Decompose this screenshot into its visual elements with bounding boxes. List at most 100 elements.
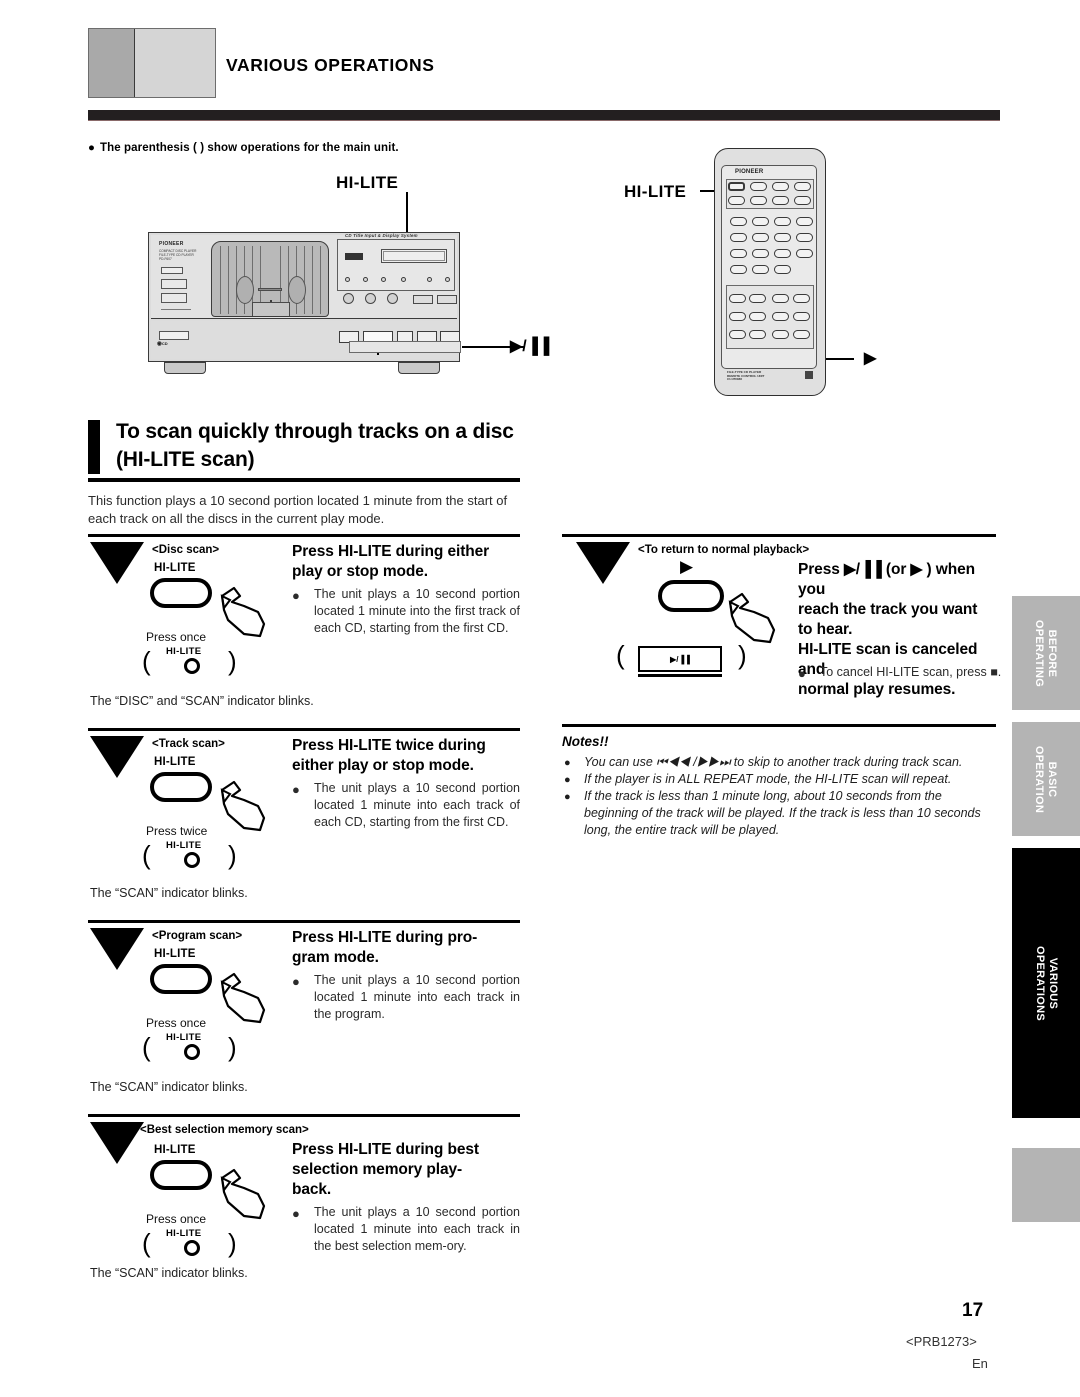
header-swatch [88, 28, 216, 98]
remote-button-shape[interactable] [150, 964, 212, 994]
unit-button-ring[interactable] [184, 1240, 200, 1256]
remote-play-button-shape[interactable] [658, 580, 724, 612]
remote-cursor-left-button[interactable] [729, 294, 746, 303]
remote-clear-button[interactable] [794, 196, 811, 205]
remote-title-display-button[interactable] [796, 233, 813, 242]
remote-title-menu-button[interactable] [796, 249, 813, 258]
step-return-to-normal-playback: <To return to normal playback> ▶ ( ▶/▐▐ … [562, 534, 1001, 714]
header-rule [88, 110, 1000, 120]
step-disc-scan: <Disc scan> HI-LITE Press once ( HI-LITE… [88, 534, 520, 720]
remote-fast-forward-button[interactable] [749, 312, 766, 321]
step-body-text: The unit plays a 10 second portion locat… [314, 1205, 520, 1253]
panel-knob-3[interactable] [387, 293, 398, 304]
remote-button-shape[interactable] [150, 772, 212, 802]
play-glyph: ▶ [864, 350, 877, 367]
remote-skip-back-button[interactable] [772, 312, 789, 321]
document-code: <PRB1273> [906, 1334, 977, 1349]
remote-pause-button[interactable] [749, 330, 766, 339]
step-small-caption: HI-LITE [166, 1228, 202, 1239]
bullet-icon: ● [564, 757, 571, 769]
section-heading-line2: (HI-LITE scan) [116, 448, 255, 471]
remote-mode-button[interactable] [750, 196, 767, 205]
panel-led-5[interactable] [427, 277, 432, 282]
remote-num-8-button[interactable] [752, 249, 769, 258]
paren-right: ) [228, 646, 237, 676]
remote-best-button[interactable] [794, 182, 811, 191]
notes-title: Notes!! [562, 734, 609, 749]
side-tab-basic-operation[interactable]: BASIC OPERATION [1012, 722, 1080, 836]
paren-right: ) [228, 1032, 237, 1062]
side-tab-before-operating[interactable]: BEFORE OPERATING [1012, 596, 1080, 710]
remote-num-4-button[interactable] [730, 233, 747, 242]
remote-rewind-button[interactable] [729, 312, 746, 321]
step-indicator-note: The “SCAN” indicator blinks. [90, 886, 248, 900]
note-item: ● You can use ⏮◀◀ /▶▶⏭ to skip to anothe… [562, 754, 996, 771]
disc-hub [258, 288, 282, 291]
remote-num-2-button[interactable] [752, 217, 769, 226]
remote-disc-plus-button[interactable] [793, 294, 810, 303]
remote-mark-0-button[interactable] [752, 265, 769, 274]
panel-led-3[interactable] [381, 277, 386, 282]
panel-knob-1[interactable] [343, 293, 354, 304]
step-track-scan: <Track scan> HI-LITE Press twice ( HI-LI… [88, 728, 520, 914]
panel-plus-button[interactable] [437, 295, 457, 304]
remote-stop-button[interactable] [729, 330, 746, 339]
remote-button-shape[interactable] [150, 1160, 212, 1190]
remote-power-button[interactable] [728, 182, 745, 191]
panel-led-1[interactable] [345, 277, 350, 282]
manual-page: VARIOUS OPERATIONS ● The parenthesis ( ) … [0, 0, 1080, 1397]
side-tab-various-operations[interactable]: VARIOUS OPERATIONS [1012, 848, 1080, 1118]
remote-disc-set-button[interactable] [730, 265, 747, 274]
remote-num-5-button[interactable] [752, 233, 769, 242]
remote-skip-forward-button[interactable] [793, 312, 810, 321]
remote-play-button[interactable] [772, 330, 789, 339]
step-press-label: Press twice [146, 824, 208, 838]
unit-button-ring[interactable] [184, 658, 200, 674]
remote-num-6-button[interactable] [774, 233, 791, 242]
cd-player-aux-button[interactable] [159, 331, 189, 340]
display-reset-chip [345, 253, 363, 260]
panel-led-6[interactable] [445, 277, 450, 282]
unit-button-ring[interactable] [184, 1044, 200, 1060]
remote-random-button[interactable] [793, 330, 810, 339]
panel-knob-2[interactable] [365, 293, 376, 304]
bullet-icon: ● [292, 588, 300, 603]
step-small-caption: HI-LITE [166, 646, 202, 657]
remote-brand: PIONEER [735, 169, 764, 175]
section-intro: This function plays a 10 second portion … [88, 493, 508, 526]
panel-led-4[interactable] [401, 277, 406, 282]
remote-track-set-button[interactable] [774, 265, 791, 274]
remote-num-1-button[interactable] [730, 217, 747, 226]
remote-time-chara-button[interactable] [796, 217, 813, 226]
language-code: En [972, 1356, 988, 1371]
remote-disc-minus-button[interactable] [772, 294, 789, 303]
remote-previous-button[interactable] [772, 182, 789, 191]
panel-minus-button[interactable] [413, 295, 433, 304]
page-number: 17 [962, 1300, 984, 1321]
cd-player-power-button[interactable] [161, 267, 183, 274]
step-title-line1: Press HI-LITE during best [292, 1141, 479, 1158]
remote-repeat-button[interactable] [728, 196, 745, 205]
section-heading-bar [88, 420, 100, 474]
remote-num-3-button[interactable] [774, 217, 791, 226]
cd-player-forward-button[interactable] [161, 279, 187, 289]
unit-play-pause-button[interactable]: ▶/▐▐ [638, 646, 722, 672]
return-body-text: To cancel HI-LITE scan, press ■. [820, 665, 1002, 679]
paren-left: ( [142, 1032, 151, 1062]
remote-pgm-button[interactable] [772, 196, 789, 205]
cd-player-disc-carousel [211, 241, 329, 317]
cd-player-foot-left [164, 362, 206, 374]
cd-player-reverse-button[interactable] [161, 293, 187, 303]
panel-led-2-hilite[interactable] [363, 277, 368, 282]
pointing-hand-icon [214, 776, 270, 834]
step-small-caption: HI-LITE [166, 840, 202, 851]
unit-button-ring[interactable] [184, 852, 200, 868]
remote-num-9-button[interactable] [774, 249, 791, 258]
side-tab-blank[interactable] [1012, 1148, 1080, 1222]
remote-button-shape[interactable] [150, 578, 212, 608]
side-tab-line2: OPERATING [1034, 619, 1046, 687]
callout-hilite-remote: HI-LITE [624, 182, 687, 201]
remote-cursor-right-button[interactable] [749, 294, 766, 303]
remote-hilite-button[interactable] [750, 182, 767, 191]
remote-num-7-button[interactable] [730, 249, 747, 258]
